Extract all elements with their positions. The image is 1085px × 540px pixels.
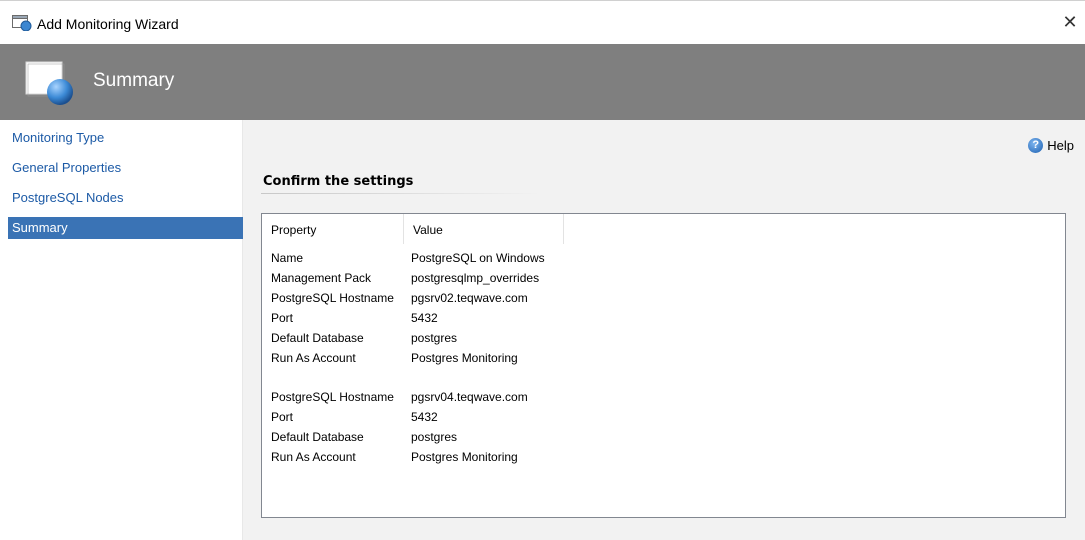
value-cell: 5432 — [411, 410, 438, 424]
page-title: Summary — [93, 70, 175, 91]
property-cell: Run As Account — [271, 450, 356, 464]
list-item-spacer — [262, 368, 1065, 387]
column-header-property[interactable]: Property — [262, 214, 404, 244]
help-link[interactable]: ? Help — [1028, 138, 1074, 153]
value-cell: 5432 — [411, 311, 438, 325]
section-heading: Confirm the settings — [263, 174, 414, 189]
sidebar-item-general-properties[interactable]: General Properties — [8, 157, 243, 179]
property-cell: Management Pack — [271, 271, 372, 285]
wizard-window-icon — [12, 15, 32, 31]
property-cell: PostgreSQL Hostname — [271, 390, 394, 404]
list-item: Default Database postgres — [262, 328, 1065, 348]
settings-list[interactable]: Property Value Name PostgreSQL on Window… — [261, 213, 1066, 518]
help-icon: ? — [1028, 138, 1044, 153]
property-cell: Name — [271, 251, 304, 265]
property-cell: PostgreSQL Hostname — [271, 291, 394, 305]
close-icon[interactable]: ✕ — [1059, 11, 1081, 33]
list-item: Name PostgreSQL on Windows — [262, 248, 1065, 268]
value-cell: pgsrv04.teqwave.com — [411, 390, 528, 404]
window-title: Add Monitoring Wizard — [37, 16, 179, 32]
column-header-value[interactable]: Value — [404, 214, 564, 244]
value-cell: Postgres Monitoring — [411, 351, 518, 365]
property-cell: Default Database — [271, 331, 364, 345]
list-item: Management Pack postgresqlmp_overrides — [262, 268, 1065, 288]
sidebar-item-summary[interactable]: Summary — [8, 217, 243, 239]
title-bar: Add Monitoring Wizard ✕ — [0, 0, 1085, 44]
main-content: ? Help Confirm the settings Property Val… — [243, 120, 1085, 540]
sidebar-item-monitoring-type[interactable]: Monitoring Type — [8, 127, 243, 149]
list-item: Run As Account Postgres Monitoring — [262, 447, 1065, 467]
value-cell: postgres — [411, 331, 458, 345]
wizard-header: Summary — [0, 44, 1085, 120]
wizard-page-icon — [25, 61, 73, 105]
help-label: Help — [1047, 138, 1074, 153]
list-item: Default Database postgres — [262, 427, 1065, 447]
list-item: Port 5432 — [262, 407, 1065, 427]
value-cell: postgres — [411, 430, 458, 444]
list-header: Property Value — [262, 214, 1065, 244]
value-cell: Postgres Monitoring — [411, 450, 518, 464]
list-item: PostgreSQL Hostname pgsrv04.teqwave.com — [262, 387, 1065, 407]
value-cell: postgresqlmp_overrides — [411, 271, 540, 285]
value-cell: PostgreSQL on Windows — [411, 251, 545, 265]
list-rows: Name PostgreSQL on Windows Management Pa… — [262, 248, 1065, 467]
list-item: Port 5432 — [262, 308, 1065, 328]
property-cell: Default Database — [271, 430, 364, 444]
sidebar-item-postgresql-nodes[interactable]: PostgreSQL Nodes — [8, 187, 243, 209]
list-item: Run As Account Postgres Monitoring — [262, 348, 1065, 368]
list-item: PostgreSQL Hostname pgsrv02.teqwave.com — [262, 288, 1065, 308]
heading-divider — [261, 193, 541, 194]
wizard-steps-sidebar: Monitoring Type General Properties Postg… — [0, 120, 243, 540]
property-cell: Run As Account — [271, 351, 356, 365]
value-cell: pgsrv02.teqwave.com — [411, 291, 528, 305]
property-cell: Port — [271, 311, 294, 325]
property-cell: Port — [271, 410, 294, 424]
